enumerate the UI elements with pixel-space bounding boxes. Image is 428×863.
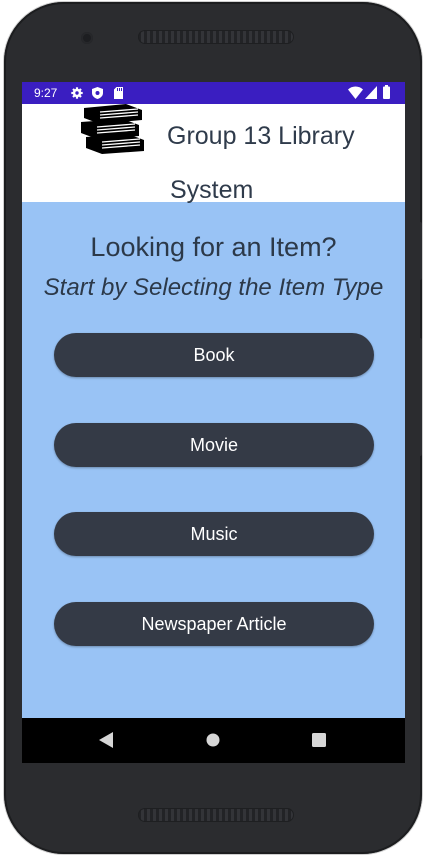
movie-button[interactable]: Movie bbox=[54, 423, 374, 467]
status-time: 9:27 bbox=[34, 86, 58, 100]
power-button bbox=[418, 222, 422, 280]
shield-icon bbox=[92, 87, 103, 99]
book-button[interactable]: Book bbox=[54, 333, 374, 377]
books-stack-icon bbox=[81, 104, 144, 154]
wifi-icon bbox=[348, 86, 363, 99]
home-icon[interactable] bbox=[206, 733, 220, 747]
front-camera bbox=[81, 32, 93, 44]
status-bar: 9:27 bbox=[22, 82, 405, 104]
top-speaker bbox=[138, 30, 294, 44]
bottom-speaker bbox=[138, 808, 294, 822]
newspaper-article-button[interactable]: Newspaper Article bbox=[54, 602, 374, 646]
gear-icon bbox=[71, 87, 83, 99]
signal-icon bbox=[365, 86, 377, 99]
music-button[interactable]: Music bbox=[54, 512, 374, 556]
navigation-bar bbox=[22, 718, 405, 763]
app-title-line1: Group 13 Library bbox=[167, 122, 355, 150]
battery-icon bbox=[383, 85, 390, 99]
recents-icon[interactable] bbox=[312, 733, 326, 747]
sd-card-icon bbox=[114, 87, 123, 99]
app-header: Group 13 Library System bbox=[22, 104, 405, 204]
back-icon[interactable] bbox=[99, 732, 113, 748]
volume-button bbox=[418, 338, 422, 456]
page-heading: Looking for an Item? bbox=[90, 232, 337, 262]
main-content: Looking for an Item? Start by Selecting … bbox=[22, 202, 405, 718]
page-subheading: Start by Selecting the Item Type bbox=[43, 274, 384, 301]
screen: 9:27 Group 13 Library System Looking for… bbox=[22, 82, 405, 763]
